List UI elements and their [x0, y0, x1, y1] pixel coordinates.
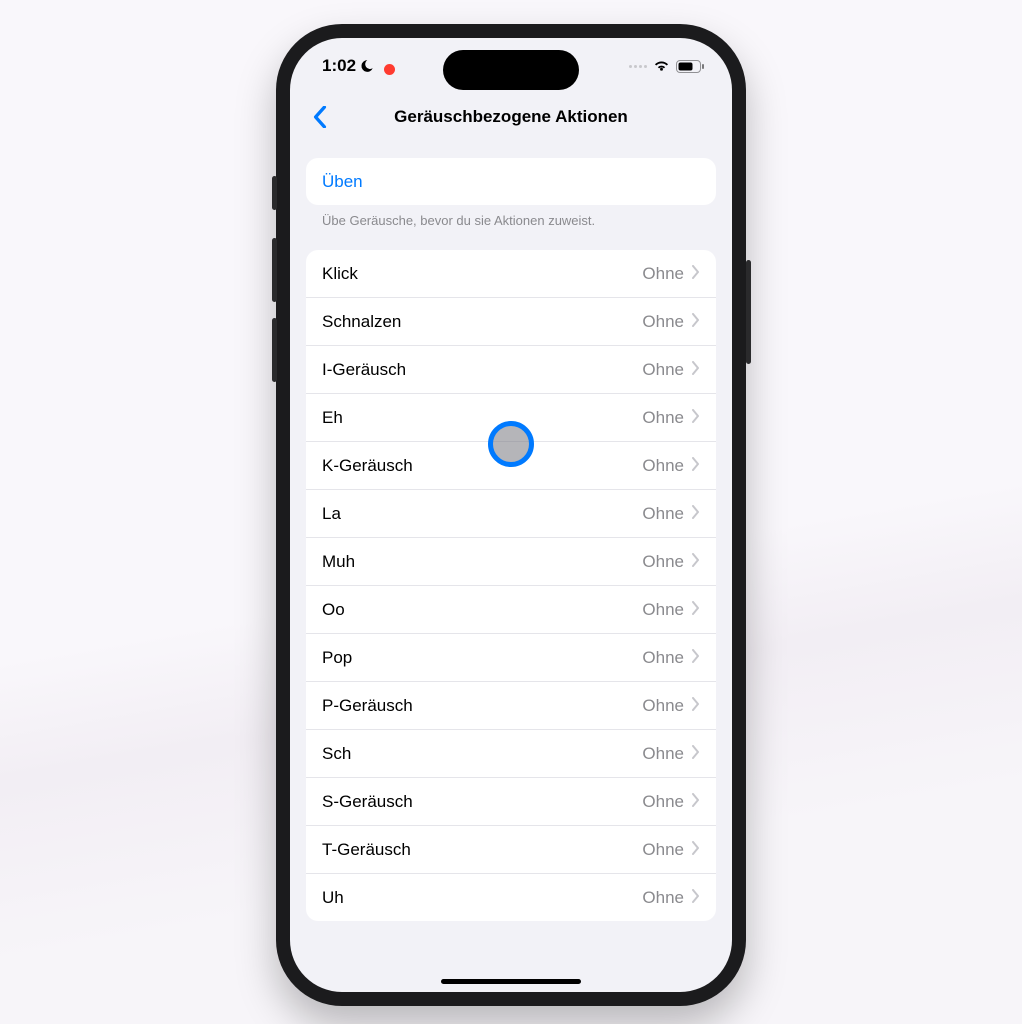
- sound-name: Schnalzen: [322, 312, 401, 332]
- chevron-right-icon: [692, 504, 700, 524]
- sound-name: S-Geräusch: [322, 792, 413, 812]
- sound-name: Uh: [322, 888, 344, 908]
- sound-name: Sch: [322, 744, 351, 764]
- sound-value: Ohne: [642, 552, 684, 572]
- sound-value: Ohne: [642, 456, 684, 476]
- sound-value: Ohne: [642, 312, 684, 332]
- page-title: Geräuschbezogene Aktionen: [394, 107, 628, 127]
- sound-value: Ohne: [642, 792, 684, 812]
- chevron-right-icon: [692, 600, 700, 620]
- chevron-right-icon: [692, 360, 700, 380]
- sound-row[interactable]: I-Geräusch Ohne: [306, 345, 716, 393]
- sound-row[interactable]: K-Geräusch Ohne: [306, 441, 716, 489]
- back-button[interactable]: [300, 94, 340, 140]
- sound-value: Ohne: [642, 744, 684, 764]
- chevron-right-icon: [692, 888, 700, 908]
- sound-name: I-Geräusch: [322, 360, 406, 380]
- sound-value: Ohne: [642, 888, 684, 908]
- phone-screen: 1:02: [290, 38, 732, 992]
- sound-row[interactable]: Muh Ohne: [306, 537, 716, 585]
- sound-value: Ohne: [642, 504, 684, 524]
- sound-name: Pop: [322, 648, 352, 668]
- sound-value: Ohne: [642, 840, 684, 860]
- chevron-right-icon: [692, 552, 700, 572]
- chevron-right-icon: [692, 696, 700, 716]
- phone-volume-up: [272, 238, 277, 302]
- sound-name: Klick: [322, 264, 358, 284]
- sound-name: Eh: [322, 408, 343, 428]
- sound-value: Ohne: [642, 648, 684, 668]
- wifi-icon: [653, 60, 670, 72]
- sound-name: Oo: [322, 600, 345, 620]
- dynamic-island: [443, 50, 579, 90]
- chevron-right-icon: [692, 648, 700, 668]
- practice-card: Üben: [306, 158, 716, 205]
- practice-hint: Übe Geräusche, bevor du sie Aktionen zuw…: [306, 205, 716, 228]
- do-not-disturb-icon: [360, 59, 374, 73]
- sound-name: T-Geräusch: [322, 840, 411, 860]
- sound-value: Ohne: [642, 360, 684, 380]
- sound-name: Muh: [322, 552, 355, 572]
- phone-side-button: [746, 260, 751, 364]
- sound-name: K-Geräusch: [322, 456, 413, 476]
- phone-mute-switch: [272, 176, 277, 210]
- sound-row[interactable]: Sch Ohne: [306, 729, 716, 777]
- chevron-right-icon: [692, 744, 700, 764]
- sound-row[interactable]: Oo Ohne: [306, 585, 716, 633]
- status-time: 1:02: [322, 56, 356, 76]
- chevron-right-icon: [692, 792, 700, 812]
- sound-value: Ohne: [642, 408, 684, 428]
- sound-value: Ohne: [642, 696, 684, 716]
- chevron-right-icon: [692, 456, 700, 476]
- chevron-right-icon: [692, 408, 700, 428]
- sound-row[interactable]: S-Geräusch Ohne: [306, 777, 716, 825]
- phone-frame: 1:02: [276, 24, 746, 1006]
- sound-row[interactable]: T-Geräusch Ohne: [306, 825, 716, 873]
- sound-row[interactable]: La Ohne: [306, 489, 716, 537]
- sound-row[interactable]: Uh Ohne: [306, 873, 716, 921]
- sounds-list: Klick Ohne Schnalzen Ohne I-Geräusch Ohne Eh Oh…: [306, 250, 716, 921]
- home-indicator[interactable]: [441, 979, 581, 984]
- sound-name: La: [322, 504, 341, 524]
- battery-icon: [676, 60, 704, 73]
- chevron-right-icon: [692, 312, 700, 332]
- cellular-icon: [629, 65, 647, 68]
- sound-row[interactable]: Pop Ohne: [306, 633, 716, 681]
- recording-indicator-icon: [384, 64, 395, 75]
- sound-value: Ohne: [642, 600, 684, 620]
- sound-row[interactable]: Schnalzen Ohne: [306, 297, 716, 345]
- chevron-right-icon: [692, 264, 700, 284]
- sound-name: P-Geräusch: [322, 696, 413, 716]
- phone-volume-down: [272, 318, 277, 382]
- sound-row[interactable]: Eh Ohne: [306, 393, 716, 441]
- sound-row[interactable]: P-Geräusch Ohne: [306, 681, 716, 729]
- practice-button[interactable]: Üben: [306, 158, 716, 205]
- chevron-right-icon: [692, 840, 700, 860]
- sound-value: Ohne: [642, 264, 684, 284]
- practice-label: Üben: [322, 172, 363, 192]
- sound-row[interactable]: Klick Ohne: [306, 250, 716, 297]
- nav-bar: Geräuschbezogene Aktionen: [290, 94, 732, 140]
